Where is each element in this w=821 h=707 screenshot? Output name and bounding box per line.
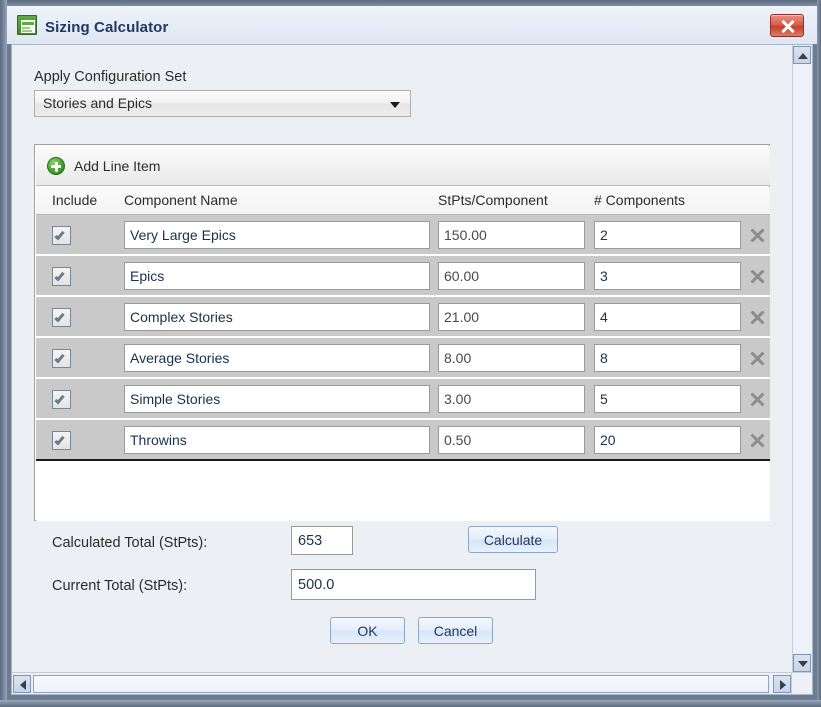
include-checkbox[interactable] bbox=[52, 267, 71, 286]
window-title: Sizing Calculator bbox=[45, 19, 169, 36]
stpts-per-component-input[interactable] bbox=[438, 303, 585, 331]
vertical-scroll-track[interactable] bbox=[793, 65, 812, 653]
num-components-input[interactable] bbox=[594, 262, 741, 290]
dialog-content: Apply Configuration Set Stories and Epic… bbox=[12, 45, 792, 673]
title-bar[interactable]: Sizing Calculator bbox=[7, 6, 817, 44]
component-name-input[interactable] bbox=[124, 426, 430, 454]
num-components-input[interactable] bbox=[594, 385, 741, 413]
document-form-icon bbox=[17, 15, 37, 35]
include-checkbox[interactable] bbox=[52, 226, 71, 245]
vertical-scrollbar[interactable] bbox=[792, 45, 812, 673]
current-total-label: Current Total (StPts): bbox=[52, 578, 188, 594]
chevron-down-icon bbox=[390, 102, 400, 108]
close-button[interactable] bbox=[770, 14, 804, 37]
config-set-selected-value: Stories and Epics bbox=[43, 95, 152, 111]
config-set-dropdown[interactable]: Stories and Epics bbox=[34, 90, 411, 117]
add-line-item-button[interactable]: Add Line Item bbox=[47, 154, 160, 178]
num-components-input[interactable] bbox=[594, 344, 741, 372]
num-components-input[interactable] bbox=[594, 303, 741, 331]
stpts-per-component-input[interactable] bbox=[438, 262, 585, 290]
include-checkbox[interactable] bbox=[52, 349, 71, 368]
check-icon bbox=[54, 352, 65, 364]
cancel-button[interactable]: Cancel bbox=[418, 617, 493, 644]
delete-row-icon[interactable] bbox=[749, 227, 766, 244]
column-header-component-name: Component Name bbox=[124, 192, 238, 208]
include-checkbox[interactable] bbox=[52, 390, 71, 409]
table-row bbox=[36, 338, 770, 379]
check-icon bbox=[54, 270, 65, 282]
table-row bbox=[36, 256, 770, 297]
component-name-input[interactable] bbox=[124, 262, 430, 290]
num-components-input[interactable] bbox=[594, 221, 741, 249]
current-total-field[interactable] bbox=[291, 569, 536, 600]
triangle-right-icon bbox=[780, 680, 786, 690]
line-items-panel: Add Line Item Include Component Name StP… bbox=[34, 144, 770, 521]
stpts-per-component-input[interactable] bbox=[438, 344, 585, 372]
triangle-left-icon bbox=[20, 680, 26, 690]
delete-row-icon[interactable] bbox=[749, 432, 766, 449]
check-icon bbox=[54, 434, 65, 446]
client-area: Apply Configuration Set Stories and Epic… bbox=[11, 44, 813, 695]
horizontal-scrollbar[interactable] bbox=[12, 672, 792, 694]
grid-header-row: Include Component Name StPts/Component #… bbox=[36, 187, 770, 215]
add-line-item-label: Add Line Item bbox=[74, 158, 161, 174]
calculate-button[interactable]: Calculate bbox=[468, 526, 558, 553]
window-frame-bottom bbox=[0, 700, 821, 707]
column-header-stpts-per-component: StPts/Component bbox=[438, 192, 548, 208]
window-frame-right bbox=[817, 0, 821, 707]
calculated-total-field[interactable] bbox=[291, 526, 353, 555]
delete-row-icon[interactable] bbox=[749, 309, 766, 326]
component-name-input[interactable] bbox=[124, 344, 430, 372]
num-components-input[interactable] bbox=[594, 426, 741, 454]
config-set-label: Apply Configuration Set bbox=[34, 69, 187, 85]
calculated-total-label: Calculated Total (StPts): bbox=[52, 535, 208, 551]
horizontal-scroll-thumb[interactable] bbox=[33, 675, 769, 693]
scrollbar-corner bbox=[791, 672, 812, 694]
include-checkbox[interactable] bbox=[52, 308, 71, 327]
scroll-up-button[interactable] bbox=[793, 46, 811, 64]
triangle-up-icon bbox=[798, 53, 808, 59]
scroll-down-button[interactable] bbox=[793, 654, 811, 672]
sizing-calculator-window: Sizing Calculator Apply Configuration Se… bbox=[0, 0, 821, 707]
triangle-down-icon bbox=[798, 661, 808, 667]
stpts-per-component-input[interactable] bbox=[438, 426, 585, 454]
component-name-input[interactable] bbox=[124, 221, 430, 249]
check-icon bbox=[54, 393, 65, 405]
stpts-per-component-input[interactable] bbox=[438, 385, 585, 413]
include-checkbox[interactable] bbox=[52, 431, 71, 450]
table-row bbox=[36, 420, 770, 461]
table-row bbox=[36, 379, 770, 420]
grid-rows bbox=[36, 215, 770, 521]
column-header-include: Include bbox=[52, 192, 98, 208]
delete-row-icon[interactable] bbox=[749, 268, 766, 285]
ok-button[interactable]: OK bbox=[330, 617, 405, 644]
grid-toolbar: Add Line Item bbox=[36, 146, 770, 186]
column-header-num-components: # Components bbox=[594, 192, 686, 208]
check-icon bbox=[54, 311, 65, 323]
table-row bbox=[36, 297, 770, 338]
table-row bbox=[36, 215, 770, 256]
window-frame-left bbox=[0, 0, 7, 707]
plus-circle-icon bbox=[47, 157, 65, 175]
check-icon bbox=[54, 229, 65, 241]
scroll-right-button[interactable] bbox=[773, 675, 791, 693]
component-name-input[interactable] bbox=[124, 385, 430, 413]
stpts-per-component-input[interactable] bbox=[438, 221, 585, 249]
scroll-left-button[interactable] bbox=[13, 675, 31, 693]
component-name-input[interactable] bbox=[124, 303, 430, 331]
delete-row-icon[interactable] bbox=[749, 350, 766, 367]
delete-row-icon[interactable] bbox=[749, 391, 766, 408]
